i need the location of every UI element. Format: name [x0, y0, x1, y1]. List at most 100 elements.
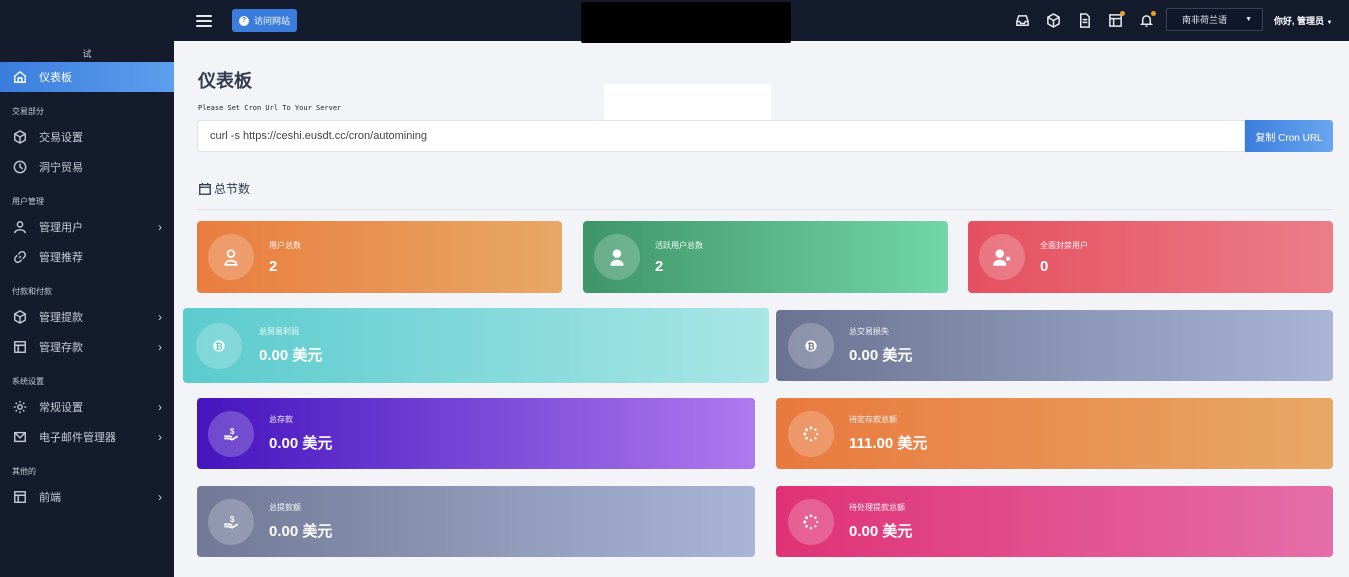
user-menu[interactable]: 你好, 管理员 ▼	[1274, 14, 1332, 27]
table-icon	[12, 339, 28, 355]
sidebar-section-users: 用户管理	[12, 196, 44, 206]
hamburger-menu-icon[interactable]	[196, 14, 212, 27]
sidebar-item-label: 管理用户	[39, 222, 83, 234]
sidebar-item-label: 管理提款	[39, 312, 83, 324]
sidebar-item-manage-users[interactable]: 管理用户 ›	[0, 212, 174, 242]
document-icon[interactable]	[1076, 12, 1092, 28]
stat-label: 用户总数	[269, 240, 301, 250]
bitcoin-icon: ₿	[788, 322, 834, 369]
stat-label: 总存款	[269, 415, 293, 424]
stat-label: 待定存款总额	[849, 415, 897, 424]
copy-cron-button[interactable]: 复制 Cron URL	[1245, 120, 1333, 152]
layout-icon	[12, 489, 28, 505]
cron-url-input[interactable]: curl -s https://ceshi.eusdt.cc/cron/auto…	[197, 120, 1245, 152]
clock-icon	[12, 159, 28, 175]
stat-card-total-withdrawals[interactable]: $ 总提款额 0.00 美元	[197, 486, 755, 557]
stat-value: 0.00 美元	[849, 347, 913, 364]
sidebar-item-label: 洞宁贸易	[39, 162, 83, 174]
stat-card-total-deposits[interactable]: $ 总存款 0.00 美元	[197, 398, 755, 469]
sidebar-item-deposits[interactable]: 管理存款 ›	[0, 332, 174, 362]
hand-dollar-icon: $	[208, 498, 254, 545]
stat-card-pending-withdrawals[interactable]: 待处理提款总额 0.00 美元	[776, 486, 1333, 557]
visit-site-button[interactable]: ? 访问网站	[232, 9, 298, 32]
language-select[interactable]: 南非荷兰语 ▼	[1166, 8, 1263, 31]
link-icon	[12, 249, 28, 265]
chevron-right-icon: ›	[158, 310, 162, 324]
cron-url-group: curl -s https://ceshi.eusdt.cc/cron/auto…	[197, 120, 1333, 152]
stat-value: 2	[655, 257, 664, 275]
language-value: 南非荷兰语	[1182, 15, 1228, 25]
sidebar-section-trading: 交易部分	[12, 106, 44, 116]
user-greeting: 你好, 管理员	[1274, 16, 1325, 26]
question-icon: ?	[239, 15, 249, 26]
stat-label: 全面封禁用户	[1040, 240, 1088, 250]
cube-icon	[12, 129, 28, 145]
spinner-icon	[788, 498, 834, 545]
sidebar-item-withdrawals[interactable]: 管理提款 ›	[0, 302, 174, 332]
sidebar-item-frontend[interactable]: 前端 ›	[0, 482, 174, 512]
hand-dollar-icon: $	[208, 410, 254, 457]
spinner-icon	[788, 410, 834, 457]
caret-down-icon: ▼	[1245, 16, 1252, 23]
chevron-right-icon: ›	[158, 220, 162, 234]
notification-dot	[1151, 11, 1156, 16]
sidebar-item-label: 管理推荐	[39, 252, 83, 264]
caret-down-icon: ▼	[1326, 20, 1333, 26]
svg-text:₿: ₿	[807, 341, 814, 351]
chevron-right-icon: ›	[158, 430, 162, 444]
stat-label: 总贸易利润	[259, 327, 299, 336]
user-tie-icon	[594, 234, 640, 280]
svg-text:$: $	[230, 427, 235, 436]
sidebar-item-email-manager[interactable]: 电子邮件管理器 ›	[0, 422, 174, 452]
sidebar-item-label: 常规设置	[39, 402, 83, 414]
mail-icon	[12, 429, 28, 445]
stat-card-pending-deposits[interactable]: 待定存款总额 111.00 美元	[776, 398, 1333, 469]
stat-card-banned-users[interactable]: 全面封禁用户 0	[968, 221, 1333, 293]
sidebar-section-other: 其他的	[12, 466, 36, 476]
sidebar-item-trade-settings[interactable]: 交易设置	[0, 122, 174, 152]
sidebar-item-label: 交易设置	[39, 132, 83, 144]
stat-value: 0.00 美元	[269, 523, 333, 540]
calendar-icon	[199, 182, 211, 195]
stat-card-active-users[interactable]: 活跃用户总数 2	[583, 221, 948, 293]
stat-value: 0.00 美元	[259, 347, 323, 364]
stat-card-trade-profit[interactable]: ₿ 总贸易利润 0.00 美元	[183, 308, 769, 383]
user-icon	[12, 219, 28, 235]
topbar: ? 访问网站 南非荷兰语 ▼ 你好, 管理员 ▼	[174, 0, 1349, 43]
inbox-icon[interactable]	[1014, 12, 1030, 28]
sidebar-item-label: 管理存款	[39, 342, 83, 354]
sidebar-section-system: 系统设置	[12, 376, 44, 386]
sidebar-item-dashboard[interactable]: 仪表板	[0, 62, 174, 92]
sidebar-item-referrals[interactable]: 管理推荐	[0, 242, 174, 272]
stat-value: 0.00 美元	[269, 435, 333, 452]
stat-value: 2	[269, 257, 278, 275]
chevron-right-icon: ›	[158, 400, 162, 414]
home-icon	[12, 69, 28, 85]
stat-card-trade-loss[interactable]: ₿ 总交易损失 0.00 美元	[776, 310, 1333, 381]
user-icon	[208, 234, 254, 280]
bitcoin-icon: ₿	[196, 322, 242, 369]
cube-icon	[12, 309, 28, 325]
stat-label: 活跃用户总数	[655, 240, 703, 250]
sidebar-item-general-settings[interactable]: 常规设置 ›	[0, 392, 174, 422]
sidebar-section-payments: 付款和付款	[12, 286, 52, 296]
sidebar-item-trades[interactable]: 洞宁贸易	[0, 152, 174, 182]
stat-card-total-users[interactable]: 用户总数 2	[197, 221, 562, 293]
stat-value: 111.00 美元	[849, 435, 928, 452]
notification-dot	[1120, 11, 1125, 16]
stat-label: 待处理提款总额	[849, 503, 905, 512]
sidebar-item-label: 电子邮件管理器	[39, 432, 116, 444]
sidebar-item-label: 仪表板	[39, 72, 72, 84]
chevron-right-icon: ›	[158, 490, 162, 504]
stat-value: 0	[1040, 257, 1049, 275]
stats-title: 总节数	[214, 182, 251, 196]
cube-icon[interactable]	[1045, 12, 1061, 28]
stat-label: 总提款额	[269, 503, 301, 512]
divider	[197, 209, 1333, 210]
stat-label: 总交易损失	[849, 327, 889, 336]
layout-icon[interactable]	[1107, 11, 1125, 28]
redacted-block	[581, 2, 791, 43]
bell-icon[interactable]	[1138, 11, 1156, 28]
chevron-right-icon: ›	[158, 340, 162, 354]
brand-logo: 试	[82, 49, 92, 59]
